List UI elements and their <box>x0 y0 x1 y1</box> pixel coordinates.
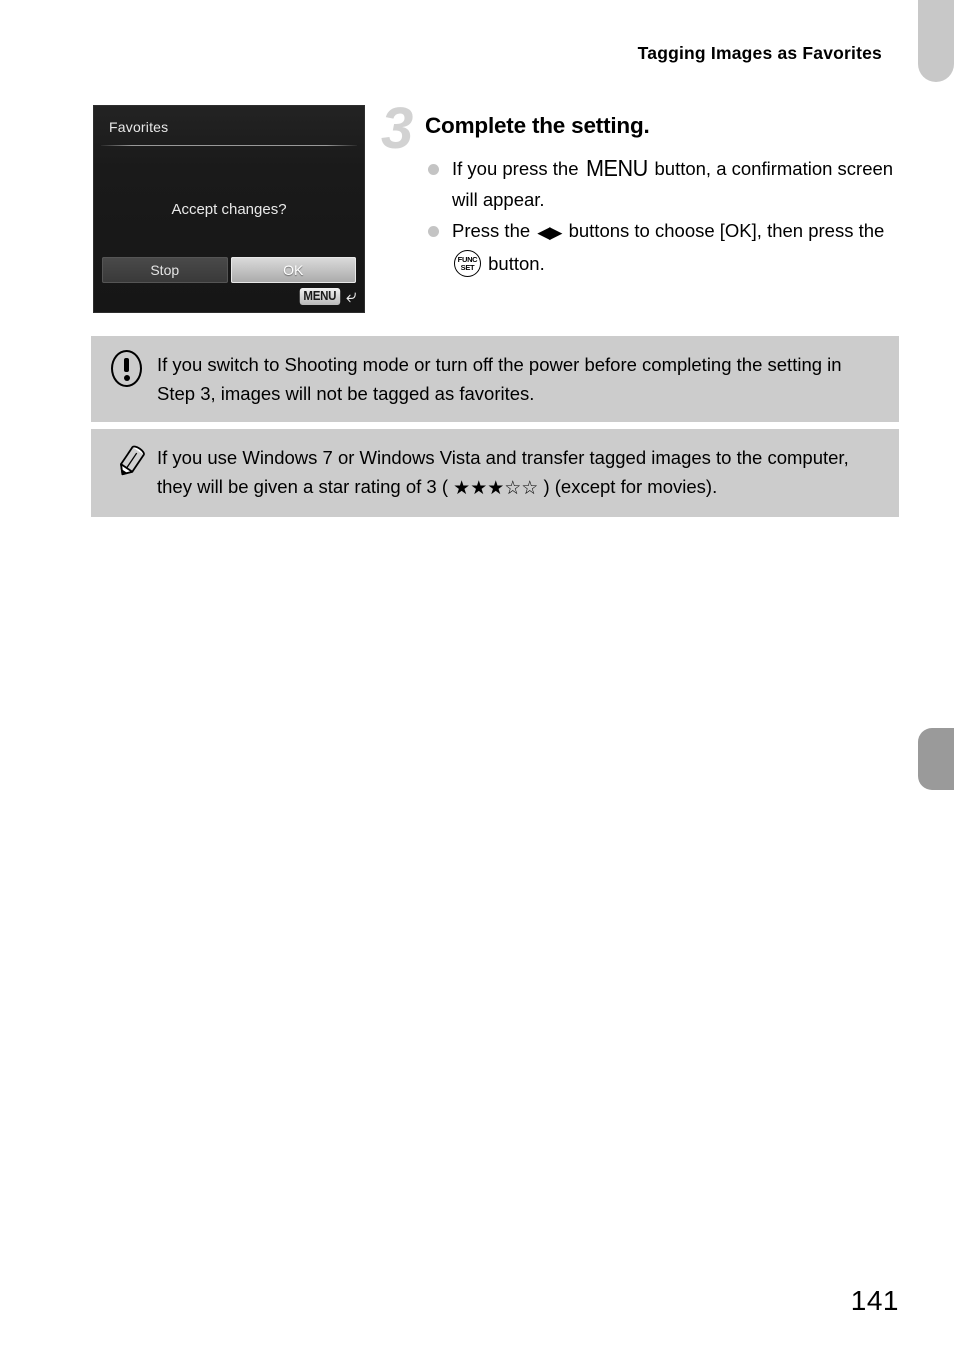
lcd-ok-button[interactable]: OK <box>230 257 356 283</box>
chapter-tab-side <box>918 728 954 790</box>
bullet-dot-icon <box>428 226 439 237</box>
bullet-dot-icon <box>428 164 439 175</box>
bullet-2-text-after: button. <box>483 253 545 274</box>
note-box-group: If you switch to Shooting mode or turn o… <box>91 336 899 517</box>
warning-icon <box>111 350 142 387</box>
step-number: 3 <box>381 96 414 161</box>
camera-screen-illustration: Favorites Accept changes? Stop OK MENU ⤷ <box>93 105 365 313</box>
tip-note-text: If you use Windows 7 or Windows Vista an… <box>157 442 883 503</box>
func-set-bottom-label: SET <box>460 263 475 272</box>
lcd-button-row: Stop OK <box>102 257 356 283</box>
left-right-arrows-icon: ◀▶ <box>537 223 562 242</box>
bullet-2-text-before: Press the <box>452 220 536 241</box>
step-bullet-1: If you press the MENU button, a confirma… <box>425 153 897 215</box>
lcd-title: Favorites <box>109 119 169 135</box>
page-header: Tagging Images as Favorites <box>637 43 882 63</box>
pencil-icon <box>120 445 145 476</box>
lcd-stop-button[interactable]: Stop <box>102 257 228 283</box>
bullet-1-text-before: If you press the <box>452 158 584 179</box>
warning-icon-wrap <box>105 349 157 389</box>
lcd-footer: MENU ⤷ <box>298 286 357 307</box>
lcd-prompt: Accept changes? <box>171 201 287 218</box>
return-arrow-icon: ⤷ <box>346 286 357 307</box>
warning-note: If you switch to Shooting mode or turn o… <box>91 336 899 422</box>
lcd-menu-badge: MENU <box>299 288 340 305</box>
tip-text-after: ) (except for movies). <box>538 476 718 497</box>
lcd-divider <box>101 145 357 146</box>
pencil-icon-wrap <box>105 442 157 482</box>
star-rating-icon: ★★★☆☆ <box>453 478 539 499</box>
bullet-2-text-middle: buttons to choose [OK], then press the <box>563 220 885 241</box>
warning-note-text: If you switch to Shooting mode or turn o… <box>157 354 842 404</box>
page-number: 141 <box>850 1285 899 1316</box>
step-instruction-list: If you press the MENU button, a confirma… <box>425 153 897 279</box>
step-bullet-2: Press the ◀▶ buttons to choose [OK], the… <box>425 215 897 279</box>
chapter-tab-top <box>918 0 954 82</box>
menu-button-glyph: MENU <box>585 155 648 181</box>
tip-note: If you use Windows 7 or Windows Vista an… <box>91 429 899 517</box>
step-title: Complete the setting. <box>425 113 650 138</box>
func-set-button-icon: FUNC SET <box>454 250 481 277</box>
